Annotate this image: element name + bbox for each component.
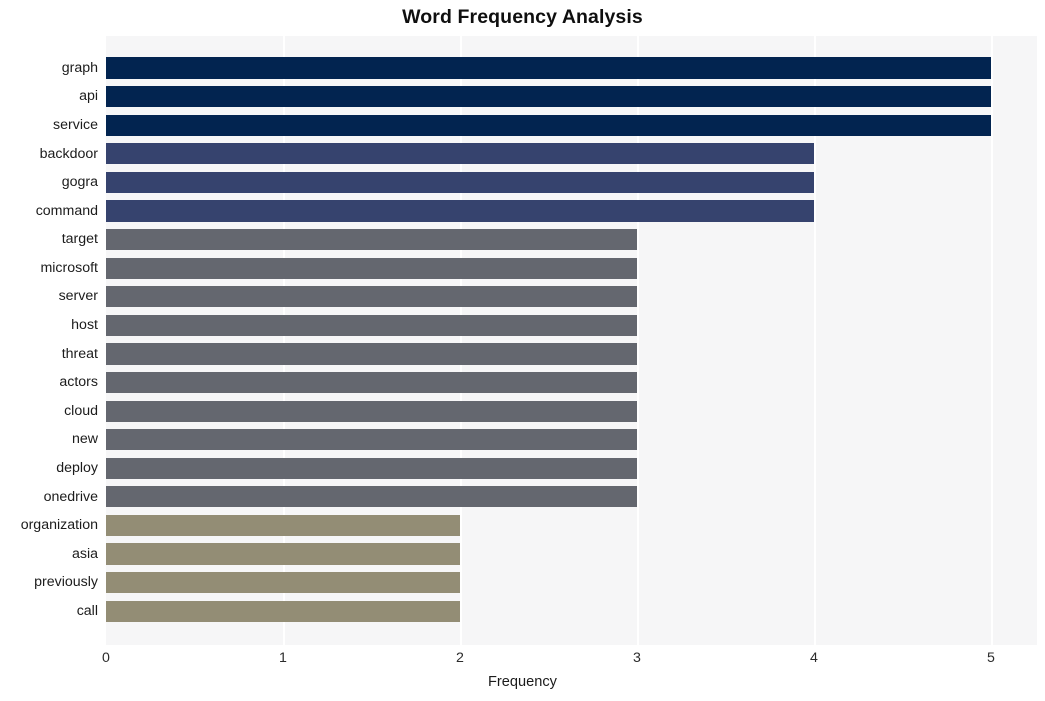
y-tick-label-command: command <box>35 202 98 219</box>
y-tick-label-target: target <box>61 231 98 248</box>
y-tick-label-backdoor: backdoor <box>39 145 98 162</box>
bar-row <box>106 140 1037 169</box>
y-axis: graph api service backdoor gogra command targe… <box>0 36 98 645</box>
x-tick-label-1: 1 <box>279 650 287 666</box>
bar-row <box>106 168 1037 197</box>
bar-row <box>106 311 1037 340</box>
y-tick-label-host: host <box>71 317 98 334</box>
bar-row <box>106 254 1037 283</box>
bar-row <box>106 540 1037 569</box>
bar-row <box>106 111 1037 140</box>
bar-host <box>106 314 637 336</box>
y-tick-label-onedrive: onedrive <box>43 488 98 505</box>
bar-onedrive <box>106 486 637 508</box>
bar-row <box>106 54 1037 83</box>
plot-area <box>106 36 1037 645</box>
y-tick-label-previously: previously <box>34 574 98 591</box>
y-tick-label-server: server <box>58 288 98 305</box>
x-tick-label-5: 5 <box>987 650 995 666</box>
x-axis-label: Frequency <box>488 674 557 690</box>
bar-backdoor <box>106 143 814 165</box>
y-tick-label-api: api <box>79 88 98 105</box>
y-tick-label-asia: asia <box>71 545 98 562</box>
bar-row <box>106 483 1037 512</box>
y-tick-label-cloud: cloud <box>64 402 98 419</box>
bar-row <box>106 225 1037 254</box>
bar-microsoft <box>106 257 637 279</box>
bar-row <box>106 82 1037 111</box>
x-tick-label-0: 0 <box>102 650 110 666</box>
bar-row <box>106 282 1037 311</box>
bar-graph <box>106 57 991 79</box>
y-tick-label-new: new <box>71 431 98 448</box>
chart-title: Word Frequency Analysis <box>402 6 643 28</box>
y-tick-label-microsoft: microsoft <box>40 259 98 276</box>
y-tick-label-organization: organization <box>20 517 98 534</box>
bar-server <box>106 286 637 308</box>
y-tick-label-graph: graph <box>61 59 98 76</box>
y-tick-label-threat: threat <box>61 345 98 362</box>
bar-row <box>106 397 1037 426</box>
bar-asia <box>106 543 460 565</box>
bar-row <box>106 568 1037 597</box>
bar-row <box>106 511 1037 540</box>
bar-previously <box>106 572 460 594</box>
bar-deploy <box>106 457 637 479</box>
bar-row <box>106 368 1037 397</box>
bar-row <box>106 425 1037 454</box>
y-tick-label-deploy: deploy <box>56 460 98 476</box>
bar-row <box>106 197 1037 226</box>
chart-figure: Word Frequency Analysis graph api service b… <box>0 0 1045 701</box>
bar-call <box>106 600 460 622</box>
x-tick-label-2: 2 <box>456 650 464 666</box>
y-tick-label-service: service <box>53 116 98 133</box>
bar-threat <box>106 343 637 365</box>
y-tick-label-call: call <box>76 602 98 619</box>
bar-row <box>106 454 1037 483</box>
bar-actors <box>106 371 637 394</box>
y-tick-label-gogra: gogra <box>61 174 98 191</box>
bar-new <box>106 429 637 451</box>
bar-row <box>106 340 1037 369</box>
bar-service <box>106 114 991 136</box>
y-tick-label-actors: actors <box>59 374 98 391</box>
x-axis: Frequency 0 1 2 3 4 5 <box>0 645 1045 701</box>
x-tick-label-3: 3 <box>633 650 641 666</box>
bar-target <box>106 228 637 251</box>
bar-cloud <box>106 400 637 422</box>
bar-command <box>106 200 814 222</box>
bar-gogra <box>106 171 814 193</box>
bar-row <box>106 597 1037 626</box>
x-tick-label-4: 4 <box>810 650 818 666</box>
bar-organization <box>106 514 460 537</box>
bar-api <box>106 86 991 108</box>
